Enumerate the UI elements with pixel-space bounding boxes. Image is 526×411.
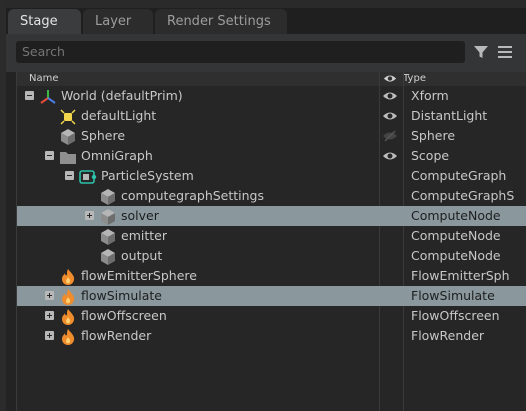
cube-icon	[101, 249, 115, 265]
tree-row-type: ComputeNode	[411, 248, 501, 263]
tree-row-flowemittersphere[interactable]: flowEmitterSphere FlowEmitterSph	[17, 266, 526, 286]
tree-row-type: ComputeNode	[411, 228, 501, 243]
tree-row-label: Sphere	[81, 128, 126, 143]
tree-row-flowrender[interactable]: flowRender FlowRender	[17, 326, 526, 346]
tree-row-label: World (defaultPrim)	[61, 88, 183, 103]
tab-render-settings[interactable]: Render Settings	[155, 9, 287, 34]
eye-icon[interactable]	[382, 110, 398, 122]
eye-icon[interactable]	[382, 90, 398, 102]
collapse-toggle[interactable]	[25, 91, 34, 100]
tree-row-type: ComputeGraphS	[411, 188, 515, 203]
tree-row-label: defaultLight	[81, 108, 157, 123]
column-header-name[interactable]: Name	[29, 72, 59, 86]
cube-icon	[101, 189, 115, 205]
tree-row-type: FlowRender	[411, 328, 485, 343]
eye-hidden-icon[interactable]	[382, 130, 398, 142]
tree-row-type: Scope	[411, 148, 450, 163]
tree-row-sphere[interactable]: Sphere Sphere	[17, 126, 526, 146]
expand-toggle[interactable]	[85, 211, 94, 220]
tree-row-label: flowRender	[81, 328, 152, 343]
tree-row-label: flowEmitterSphere	[81, 268, 197, 283]
cube-icon	[61, 129, 75, 145]
flame-icon	[62, 329, 75, 345]
tree-row-label: flowOffscreen	[81, 308, 167, 323]
tree-row-particlesystem[interactable]: ParticleSystem ComputeGraph	[17, 166, 526, 186]
tree-header: Name Type	[17, 72, 526, 86]
tree-row-label: ParticleSystem	[101, 168, 194, 183]
search-input[interactable]	[16, 41, 465, 63]
cube-icon	[101, 229, 115, 245]
tree-row-type: ComputeGraph	[411, 168, 507, 183]
light-icon	[60, 109, 76, 125]
column-header-type[interactable]: Type	[403, 72, 426, 86]
expand-toggle[interactable]	[45, 291, 54, 300]
stage-tree: Name Type World (defaultPrim) Xform defa…	[16, 72, 526, 411]
expand-toggle[interactable]	[45, 311, 54, 320]
compute-graph-icon	[79, 170, 97, 184]
tab-stage[interactable]: Stage	[8, 9, 81, 34]
tree-row-flowsimulate[interactable]: flowSimulate FlowSimulate	[17, 286, 526, 306]
flame-icon	[62, 289, 75, 305]
xform-axes-icon	[40, 90, 56, 104]
tree-row-type: FlowEmitterSph	[411, 268, 510, 283]
hamburger-menu-icon[interactable]	[497, 45, 513, 59]
collapse-toggle[interactable]	[45, 151, 54, 160]
filter-icon[interactable]	[473, 44, 489, 60]
tree-row-type: ComputeNode	[411, 208, 501, 223]
tree-row-output[interactable]: output ComputeNode	[17, 246, 526, 266]
tree-row-label: output	[121, 248, 163, 263]
collapse-toggle[interactable]	[65, 171, 74, 180]
panel-tab-bar: Stage Layer Render Settings	[6, 8, 526, 34]
eye-icon[interactable]	[383, 73, 397, 84]
tree-row-type: DistantLight	[411, 108, 488, 123]
flame-icon	[62, 269, 75, 285]
tree-row-label: emitter	[121, 228, 167, 243]
tree-row-emitter[interactable]: emitter ComputeNode	[17, 226, 526, 246]
tree-row-type: Xform	[411, 88, 449, 103]
cube-icon	[101, 209, 115, 225]
tree-row-type: FlowSimulate	[411, 288, 495, 303]
tree-row-omnigraph[interactable]: OmniGraph Scope	[17, 146, 526, 166]
stage-panel: Stage Layer Render Settings Name Type	[6, 8, 526, 411]
eye-icon[interactable]	[382, 150, 398, 162]
window-top-frame	[0, 0, 526, 8]
tree-row-flowoffscreen[interactable]: flowOffscreen FlowOffscreen	[17, 306, 526, 326]
tree-row-label: flowSimulate	[81, 288, 162, 303]
tree-row-type: FlowOffscreen	[411, 308, 500, 323]
tree-row-defaultlight[interactable]: defaultLight DistantLight	[17, 106, 526, 126]
tree-row-label: computegraphSettings	[121, 188, 265, 203]
tree-row-world[interactable]: World (defaultPrim) Xform	[17, 86, 526, 106]
tree-row-label: solver	[121, 208, 159, 223]
flame-icon	[62, 309, 75, 325]
tab-layer[interactable]: Layer	[83, 9, 153, 34]
tree-row-computegraphsettings[interactable]: computegraphSettings ComputeGraphS	[17, 186, 526, 206]
tree-row-solver[interactable]: solver ComputeNode	[17, 206, 526, 226]
tree-row-label: OmniGraph	[81, 148, 153, 163]
tree-row-type: Sphere	[411, 128, 456, 143]
folder-icon	[60, 152, 76, 164]
expand-toggle[interactable]	[45, 331, 54, 340]
search-bar	[6, 34, 526, 72]
